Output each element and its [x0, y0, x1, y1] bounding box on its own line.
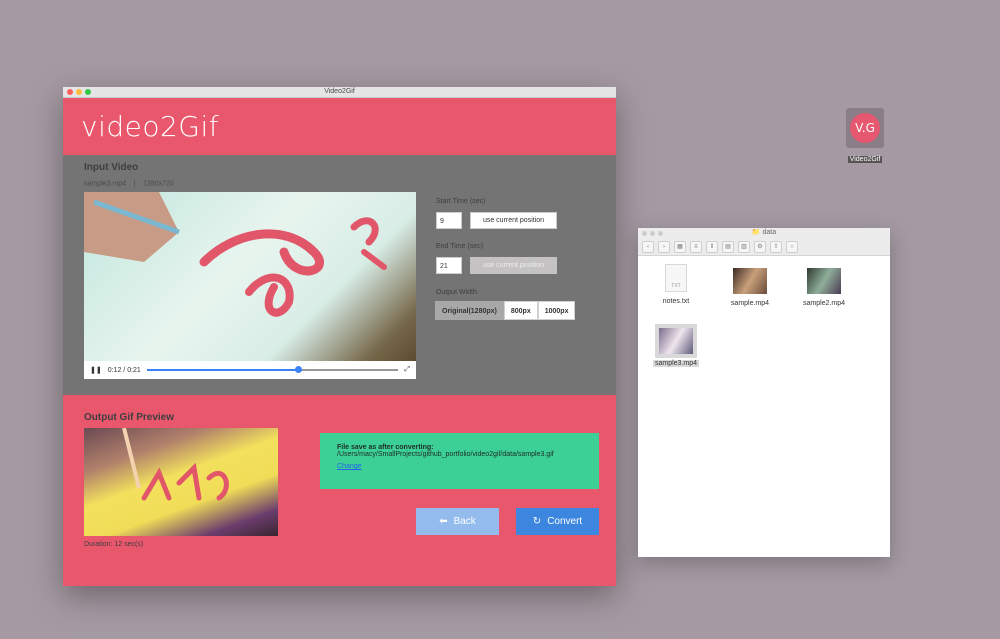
finder-zoom-icon[interactable]	[658, 231, 663, 236]
pause-icon[interactable]: ❚❚	[90, 366, 102, 374]
convert-button-label: Convert	[547, 516, 583, 527]
end-time-input[interactable]: 21	[436, 257, 462, 274]
gear-icon[interactable]: ⚙	[754, 240, 766, 253]
desktop-icon-label: Video2Gif	[847, 156, 883, 163]
file-item-sample2[interactable]: sample2.mp4	[794, 268, 854, 307]
file-name: sample.mp4	[730, 300, 770, 307]
finder-title: data	[762, 229, 777, 236]
arrange-icon[interactable]: ▥	[738, 240, 750, 253]
list-view-icon[interactable]: ≡	[690, 240, 702, 253]
finder-window: 📁 data ‹ › ▦ ≡ ‖ ▤ ▥ ⚙ ⇪ ○ TXT notes.txt…	[638, 228, 890, 557]
finder-minimize-icon[interactable]	[650, 231, 655, 236]
file-item-sample[interactable]: sample.mp4	[720, 268, 780, 307]
video-meta: sample3.mp4 1280x720	[84, 180, 174, 187]
gif-preview-image	[84, 427, 278, 536]
output-preview-title: Output Gif Preview	[84, 412, 175, 423]
finder-close-icon[interactable]	[642, 231, 647, 236]
back-button[interactable]: ⬅ Back	[416, 508, 499, 535]
back-button-label: Back	[453, 516, 476, 527]
start-time-input[interactable]: 9	[436, 212, 462, 229]
forward-arrow-icon[interactable]: ›	[658, 240, 670, 253]
convert-button[interactable]: ↻ Convert	[516, 508, 599, 535]
finder-toolbar: ‹ › ▦ ≡ ‖ ▤ ▥ ⚙ ⇪ ○	[638, 238, 890, 256]
gif-duration: Duration: 12 sec(s)	[84, 541, 144, 548]
width-option-original[interactable]: Original(1280px)	[435, 301, 504, 320]
app-logo-icon: V.G	[850, 113, 880, 143]
start-use-current-position-button[interactable]: use current position	[470, 212, 557, 229]
tag-icon[interactable]: ○	[786, 240, 798, 253]
window-titlebar: Video2Gif	[63, 87, 616, 98]
close-icon[interactable]	[67, 89, 73, 95]
app-icon-frame: V.G	[846, 108, 884, 148]
width-option-800[interactable]: 800px	[503, 301, 538, 320]
end-time-label: End Time (sec)	[436, 243, 484, 250]
player-controls: ❚❚ 0:12 / 0:21 ⤢	[84, 361, 416, 379]
video-resolution: 1280x720	[143, 180, 174, 188]
change-save-location-link[interactable]: Change	[337, 463, 362, 470]
video-thumbnail	[733, 268, 767, 294]
input-video-section: Input Video sample3.mp4 1280x720 ❚❚ 0:12 …	[63, 155, 616, 395]
gallery-view-icon[interactable]: ▤	[722, 240, 734, 253]
video-frame-image	[84, 192, 387, 317]
start-time-label: Start Time (sec)	[436, 198, 486, 205]
file-item-notes[interactable]: TXT notes.txt	[646, 264, 706, 305]
arrow-left-icon: ⬅	[439, 516, 448, 527]
file-name: notes.txt	[662, 298, 690, 305]
input-video-title: Input Video	[84, 162, 139, 173]
save-heading: File save as after converting:	[337, 444, 434, 451]
app-header: video2Gif	[63, 98, 616, 155]
seek-bar-fill	[146, 369, 298, 371]
column-view-icon[interactable]: ‖	[706, 240, 718, 253]
output-gif-section: Output Gif Preview Duration: 12 sec(s) F…	[63, 395, 616, 586]
seek-bar[interactable]	[146, 366, 399, 373]
output-width-selector: Original(1280px) 800px 1000px	[435, 301, 576, 320]
video-thumbnail	[655, 324, 697, 358]
zoom-icon[interactable]	[85, 89, 91, 95]
app-window: Video2Gif video2Gif Input Video sample3.…	[63, 87, 616, 586]
file-name: sample3.mp4	[652, 360, 700, 367]
file-name: sample2.mp4	[802, 300, 846, 307]
fullscreen-icon[interactable]: ⤢	[404, 366, 410, 374]
desktop-app-icon[interactable]: V.G Video2Gif	[845, 108, 885, 166]
refresh-icon: ↻	[532, 516, 542, 527]
video-frame[interactable]	[84, 192, 416, 361]
video-thumbnail	[807, 268, 841, 294]
save-location-panel: File save as after converting: /Users/ma…	[320, 433, 599, 489]
video-file-name: sample3.mp4	[84, 180, 127, 188]
back-arrow-icon[interactable]: ‹	[642, 240, 654, 253]
video-player[interactable]: ❚❚ 0:12 / 0:21 ⤢	[84, 192, 416, 379]
end-use-current-position-button[interactable]: use current position	[470, 257, 557, 274]
seek-handle[interactable]	[294, 366, 302, 373]
width-option-1000[interactable]: 1000px	[537, 301, 576, 320]
minimize-icon[interactable]	[76, 89, 82, 95]
gif-preview-drawing	[122, 427, 229, 501]
time-display: 0:12 / 0:21	[107, 366, 141, 374]
text-file-icon: TXT	[665, 264, 687, 292]
window-title: Video2Gif	[324, 88, 355, 95]
finder-titlebar: 📁 data	[638, 228, 890, 238]
output-width-label: Output Width	[436, 289, 477, 296]
share-icon[interactable]: ⇪	[770, 240, 782, 253]
file-item-sample3[interactable]: sample3.mp4	[646, 324, 706, 367]
meta-divider	[134, 180, 136, 187]
save-path: /Users/macy/SmallProjects/github_portfol…	[337, 451, 554, 458]
icon-view-icon[interactable]: ▦	[674, 240, 686, 253]
folder-icon: 📁	[751, 229, 761, 236]
